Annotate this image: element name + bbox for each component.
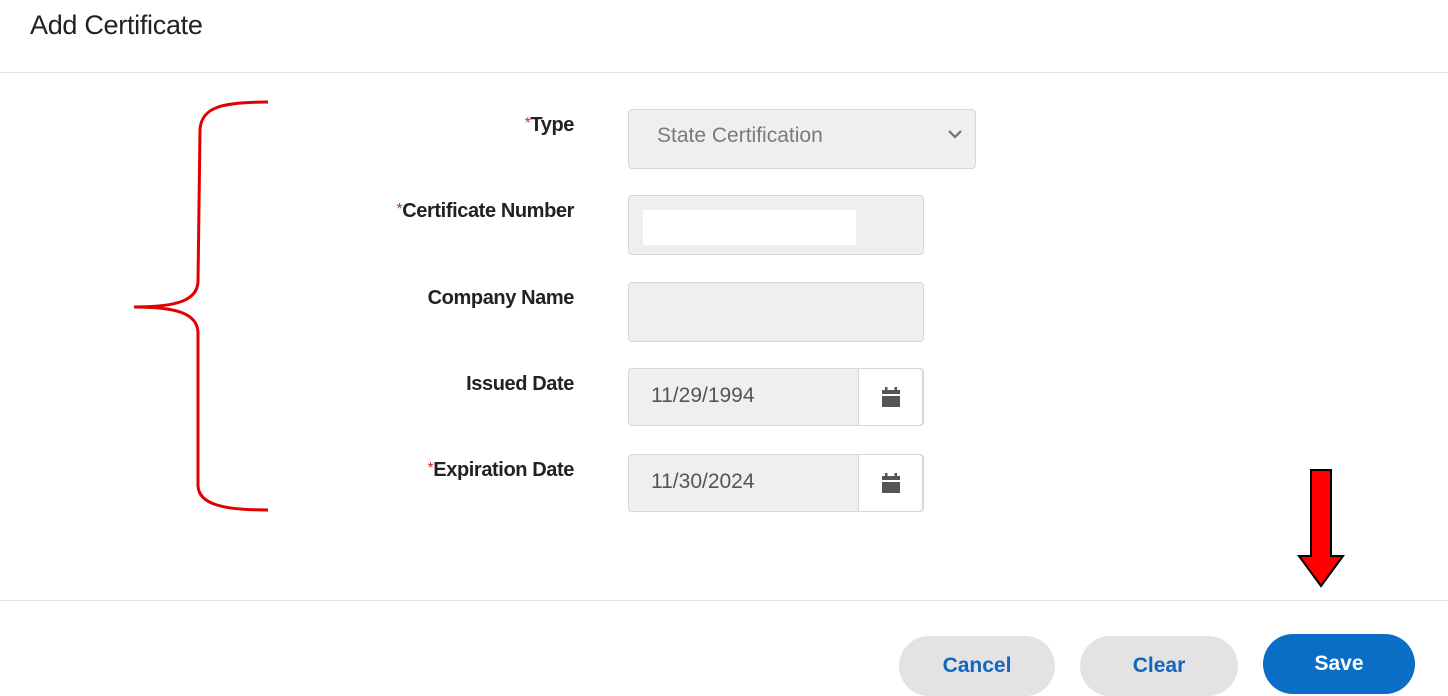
certificate-number-field[interactable] [628,195,924,255]
issued-date-value: 11/29/1994 [651,384,755,407]
curly-brace-annotation [133,100,269,512]
expiration-date-field[interactable]: 11/30/2024 [628,454,924,512]
company-name-field[interactable] [628,282,924,342]
arrow-down-icon [1297,469,1345,588]
footer-divider [0,600,1448,601]
certificate-number-label: *Certificate Number [396,200,574,222]
calendar-icon [881,387,900,407]
required-marker: * [396,201,403,218]
expiration-date-calendar-button[interactable] [858,454,923,512]
required-marker: * [524,115,531,132]
header-divider [0,72,1448,73]
cancel-button[interactable]: Cancel [899,636,1055,696]
chevron-down-icon [948,130,962,139]
issued-date-calendar-button[interactable] [858,368,923,426]
save-button[interactable]: Save [1263,634,1415,694]
calendar-icon [881,473,900,493]
redacted-value [643,210,856,245]
company-name-label: Company Name [427,287,575,309]
expiration-date-label: *Expiration Date [427,459,574,481]
clear-button[interactable]: Clear [1080,636,1238,696]
issued-date-label: Issued Date [466,373,574,395]
type-label: *Type [524,114,575,136]
issued-date-field[interactable]: 11/29/1994 [628,368,924,426]
expiration-date-value: 11/30/2024 [651,470,755,493]
type-select[interactable]: State Certification [628,109,976,169]
dialog-title: Add Certificate [30,10,203,40]
type-select-value: State Certification [657,124,823,147]
required-marker: * [427,460,434,477]
annotation-overlay [133,100,1345,588]
